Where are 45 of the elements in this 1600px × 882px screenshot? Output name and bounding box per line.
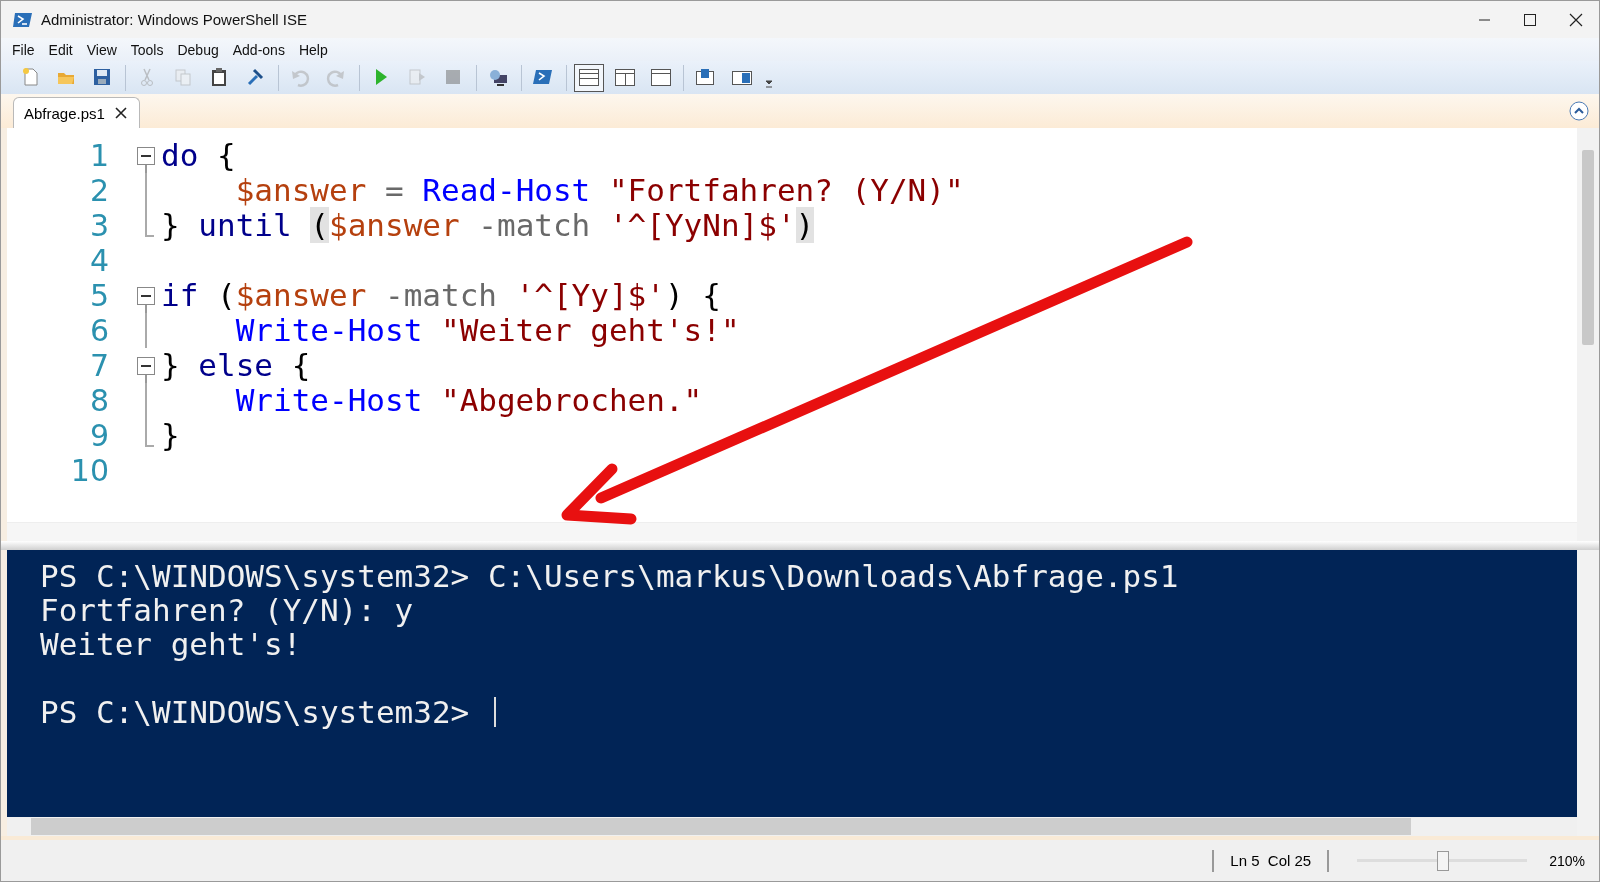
line-number: 10 [69,453,109,488]
window-title: Administrator: Windows PowerShell ISE [41,11,307,28]
fold-line [145,313,147,348]
code-line: } [161,418,180,453]
code-line: } else { [161,348,311,383]
code-line: $answer = Read-Host "Fortfahren? (Y/N)" [234,173,964,208]
line-number: 7 [88,348,109,383]
menu-item[interactable]: Tools [123,41,171,58]
menu-item[interactable]: View [79,41,124,58]
code-line: } until ($answer -match '^[YyNn]$') [161,208,815,243]
code-line: if ($answer -match '^[Yy]$') { [161,278,721,313]
menu-item[interactable]: Add-ons [225,41,292,58]
scrollbar[interactable] [1577,128,1599,541]
line-number: 8 [88,383,109,418]
scrollbar[interactable] [7,522,1577,541]
code-line: Write-Host "Weiter geht's!" [234,313,740,348]
text-cursor [493,697,496,727]
fold-line [145,383,147,418]
zoom-level: 210% [1549,852,1585,869]
line-number: 6 [88,313,109,348]
console-line: PS C:\WINDOWS\system32> [40,694,471,730]
line-number: 4 [88,243,109,278]
file-tab[interactable]: Abfrage.ps1 [13,97,140,128]
cursor-position: Ln 5 Col 25 [1230,852,1312,869]
collapse-icon[interactable] [1569,101,1589,121]
menu-item[interactable]: Help [291,41,335,58]
slider-thumb[interactable] [1437,850,1450,871]
fold-end-line [145,208,154,237]
menu-item[interactable]: Debug [170,41,226,58]
console-line: Fortfahren? (Y/N): y [40,592,414,628]
close-icon[interactable] [114,107,127,119]
menu-item[interactable]: File [5,41,42,58]
line-number: 9 [88,418,109,453]
console-line: PS C:\WINDOWS\system32> C:\Users\markus\Downloads\Abfrage.ps1 [40,558,1179,594]
code-line: do { [161,138,236,173]
pane-top-icon[interactable] [574,63,604,92]
line-number: 5 [88,278,109,313]
console-line: Weiter geht's! [40,626,302,662]
fold-line [145,173,147,208]
fold-end-line [145,418,154,447]
line-number: 1 [88,138,109,173]
line-number: 3 [88,208,109,243]
line-number: 2 [88,173,109,208]
code-line: Write-Host "Abgebrochen." [234,383,703,418]
menu-item[interactable]: Edit [41,41,80,58]
